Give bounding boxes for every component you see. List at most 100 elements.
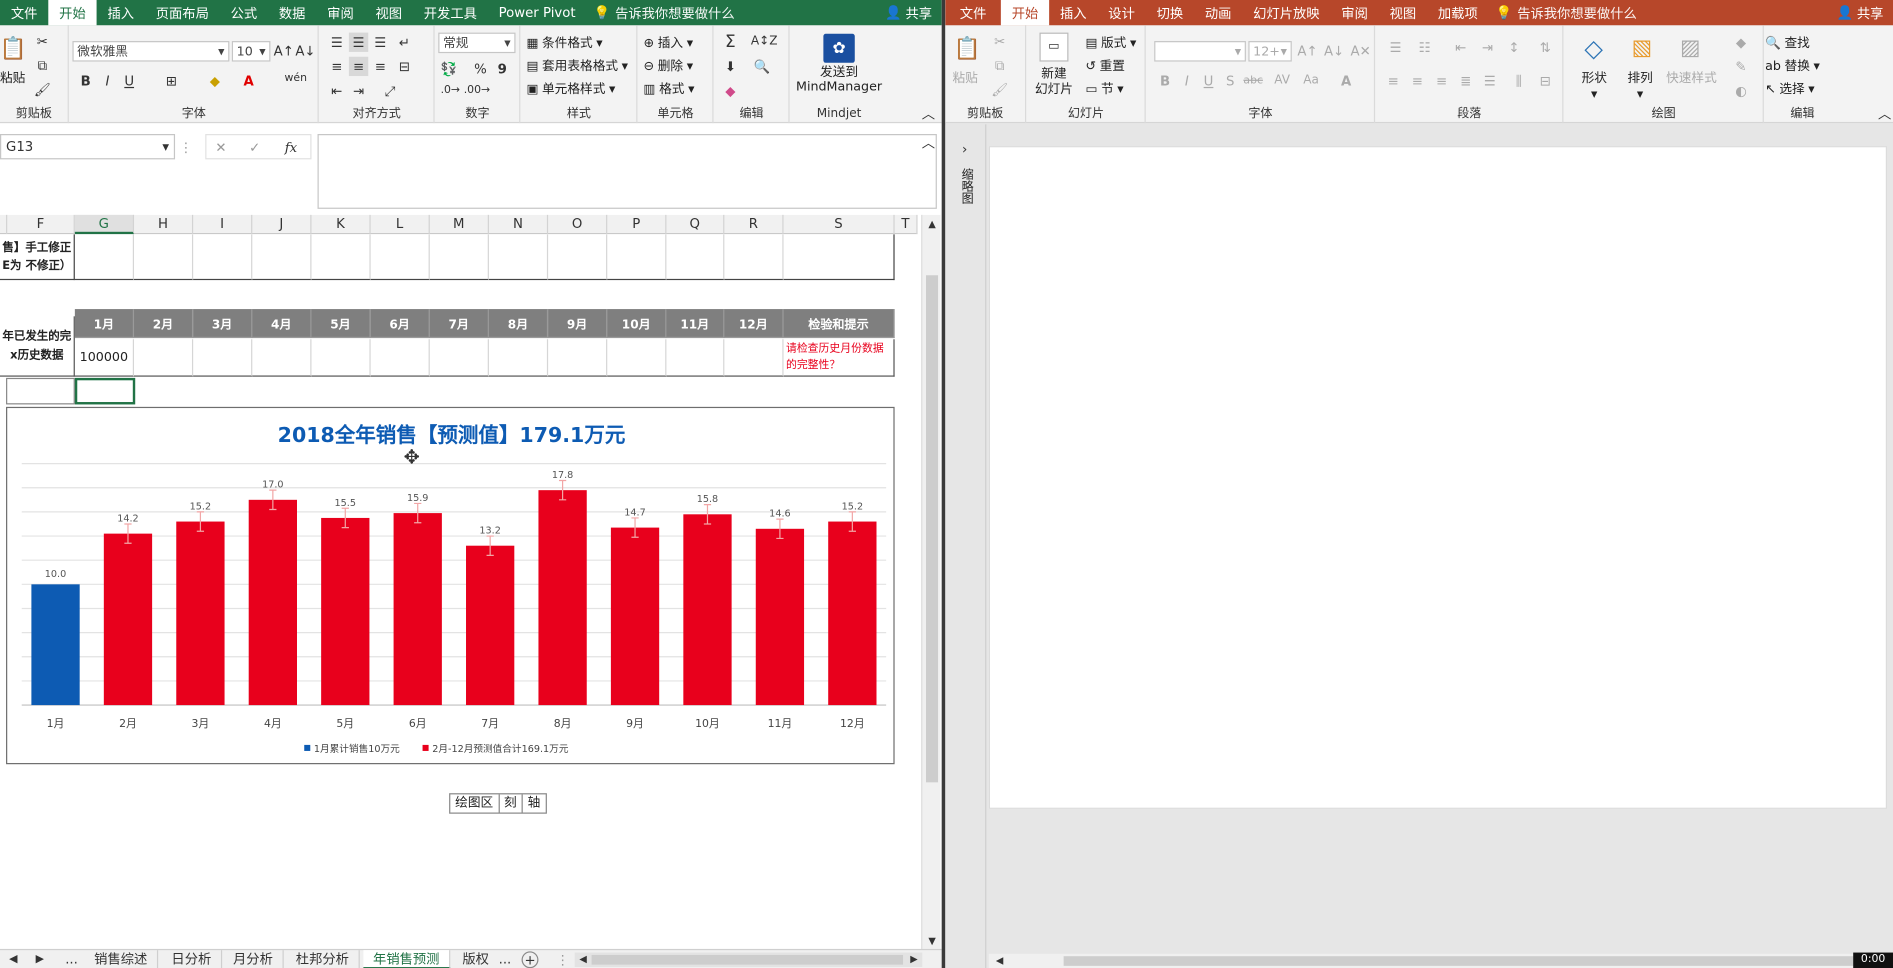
- cell-styles-button[interactable]: ▣ 单元格样式 ▾: [526, 80, 615, 98]
- chart-bar[interactable]: [683, 514, 732, 706]
- month-header-cell[interactable]: 12月: [724, 309, 784, 339]
- ppt-horizontal-scrollbar[interactable]: ◀: [988, 953, 1888, 968]
- replace-button[interactable]: ab 替换 ▾: [1765, 57, 1820, 75]
- history-value-cell[interactable]: [252, 339, 312, 377]
- fill-color-icon[interactable]: ◆: [205, 71, 224, 90]
- history-value-cell[interactable]: [548, 339, 608, 377]
- column-header-o[interactable]: O: [548, 214, 608, 235]
- align-left-icon[interactable]: ≡: [327, 57, 346, 76]
- enter-icon[interactable]: ✓: [245, 138, 264, 157]
- month-header-cell[interactable]: 11月: [666, 309, 725, 339]
- sheet-tab-dupont[interactable]: 杜邦分析: [286, 950, 360, 968]
- justify-icon[interactable]: ≣: [1456, 71, 1475, 90]
- increase-indent-icon[interactable]: ⇥: [349, 81, 368, 100]
- month-header-cell[interactable]: 9月: [548, 309, 608, 339]
- vertical-scroll-thumb[interactable]: [925, 275, 939, 783]
- orientation-icon[interactable]: ⤢: [380, 81, 399, 100]
- paste-icon[interactable]: 📋: [953, 33, 982, 67]
- excel-share-button[interactable]: 👤 共享: [885, 0, 941, 25]
- font-color-icon[interactable]: A: [239, 71, 258, 90]
- currency-icon[interactable]: 💱: [438, 59, 460, 78]
- history-value-cell[interactable]: [607, 339, 667, 377]
- ppt-tab-insert[interactable]: 插入: [1049, 0, 1097, 25]
- copy-icon[interactable]: ⧉: [34, 57, 51, 74]
- expand-thumbnails-icon[interactable]: ›: [957, 141, 971, 155]
- grow-font-icon[interactable]: A↑: [274, 41, 294, 62]
- excel-tab-home[interactable]: 开始: [48, 0, 97, 26]
- excel-tab-page-layout[interactable]: 页面布局: [145, 0, 220, 25]
- percent-button[interactable]: %: [472, 59, 489, 78]
- column-header-h[interactable]: H: [134, 214, 194, 235]
- month-header-cell[interactable]: 5月: [311, 309, 371, 339]
- clear-formatting-icon[interactable]: A✕: [1351, 41, 1371, 62]
- ppt-tab-review[interactable]: 审阅: [1330, 0, 1378, 25]
- ppt-hscroll-thumb[interactable]: [1063, 956, 1873, 966]
- month-header-cell[interactable]: 2月: [134, 309, 194, 339]
- arrange-button[interactable]: 排列 ▾: [1627, 69, 1652, 101]
- align-right-icon[interactable]: ≡: [371, 57, 390, 76]
- horizontal-scrollbar[interactable]: ◀ ▶: [574, 952, 923, 968]
- borders-icon[interactable]: ⊞: [162, 71, 181, 90]
- collapse-ribbon-icon[interactable]: ︿: [1877, 107, 1891, 120]
- horizontal-scroll-thumb[interactable]: [591, 954, 904, 965]
- align-center-icon[interactable]: ≡: [1408, 71, 1427, 90]
- month-header-cell[interactable]: 3月: [193, 309, 253, 339]
- column-header-s[interactable]: S: [784, 214, 895, 235]
- chart-bar[interactable]: [393, 513, 442, 706]
- shrink-font-icon[interactable]: A↓: [295, 41, 315, 62]
- month-header-cell[interactable]: 8月: [488, 309, 549, 339]
- collapse-ribbon-icon[interactable]: ︿: [921, 107, 935, 120]
- chart-bar[interactable]: [610, 527, 660, 706]
- column-header-l[interactable]: L: [371, 214, 430, 235]
- check-header-cell[interactable]: 检验和提示: [783, 309, 895, 339]
- shape-fill-icon[interactable]: ◆: [1731, 33, 1750, 52]
- column-header-j[interactable]: J: [252, 214, 312, 235]
- history-value-cell[interactable]: [311, 339, 371, 377]
- paste-icon[interactable]: 📋: [0, 33, 27, 67]
- bullets-icon[interactable]: ☰: [1386, 37, 1405, 56]
- manual-fix-cell[interactable]: [134, 234, 194, 281]
- column-header-m[interactable]: M: [430, 214, 489, 235]
- manual-fix-cell[interactable]: [74, 234, 135, 281]
- manual-fix-cell[interactable]: [429, 234, 489, 281]
- excel-tab-power-pivot[interactable]: Power Pivot: [488, 0, 587, 25]
- align-text-icon[interactable]: ⊟: [1536, 71, 1555, 90]
- column-header-t[interactable]: T: [895, 214, 918, 235]
- excel-tab-insert[interactable]: 插入: [97, 0, 145, 25]
- sheet-tab-monthly[interactable]: 月分析: [223, 950, 284, 968]
- formula-input[interactable]: [317, 134, 937, 209]
- month-header-cell[interactable]: 7月: [429, 309, 489, 339]
- manual-fix-label-cell[interactable]: 售】手工修正 E为 不修正）: [0, 234, 75, 281]
- ppt-tab-design[interactable]: 设计: [1097, 0, 1145, 25]
- grow-font-icon[interactable]: A↑: [1297, 41, 1317, 62]
- new-slide-icon[interactable]: ▭: [1039, 32, 1069, 62]
- mindmanager-icon[interactable]: ✿: [823, 33, 855, 63]
- history-value-cell[interactable]: [370, 339, 430, 377]
- tab-split-icon[interactable]: ⋮: [556, 953, 569, 967]
- scroll-left-icon[interactable]: ◀: [577, 953, 589, 967]
- sheet-nav-ellipsis[interactable]: ...: [56, 950, 88, 968]
- excel-tab-developer[interactable]: 开发工具: [413, 0, 488, 25]
- manual-fix-cell[interactable]: [370, 234, 430, 281]
- manual-fix-cell[interactable]: [311, 234, 371, 281]
- ppt-shadow-button[interactable]: S: [1222, 71, 1239, 90]
- find-select-icon[interactable]: 🔍: [751, 57, 773, 76]
- month-header-cell[interactable]: 1月: [74, 309, 135, 339]
- shrink-font-icon[interactable]: A↓: [1324, 41, 1344, 62]
- legend-entry[interactable]: 1月累计销售10万元: [314, 743, 400, 755]
- manual-fix-cell[interactable]: [548, 234, 608, 281]
- reset-button[interactable]: ↺ 重置: [1085, 57, 1125, 75]
- format-as-table-button[interactable]: ▤ 套用表格格式 ▾: [526, 57, 628, 75]
- column-header-n[interactable]: N: [489, 214, 549, 235]
- column-header-g[interactable]: G: [74, 214, 135, 235]
- manual-fix-cell[interactable]: [666, 234, 725, 281]
- ppt-tab-transitions[interactable]: 切换: [1146, 0, 1194, 25]
- align-center-icon[interactable]: ≡: [348, 56, 369, 77]
- column-header-f[interactable]: F: [7, 214, 75, 235]
- select-button[interactable]: ↖ 选择 ▾: [1765, 80, 1815, 98]
- section-button[interactable]: ▭ 节 ▾: [1085, 80, 1123, 98]
- quick-styles-button[interactable]: 快速样式: [1666, 69, 1717, 87]
- ppt-tab-animations[interactable]: 动画: [1194, 0, 1242, 25]
- selected-cell-g13[interactable]: [74, 377, 136, 405]
- chart-bar[interactable]: [248, 499, 297, 706]
